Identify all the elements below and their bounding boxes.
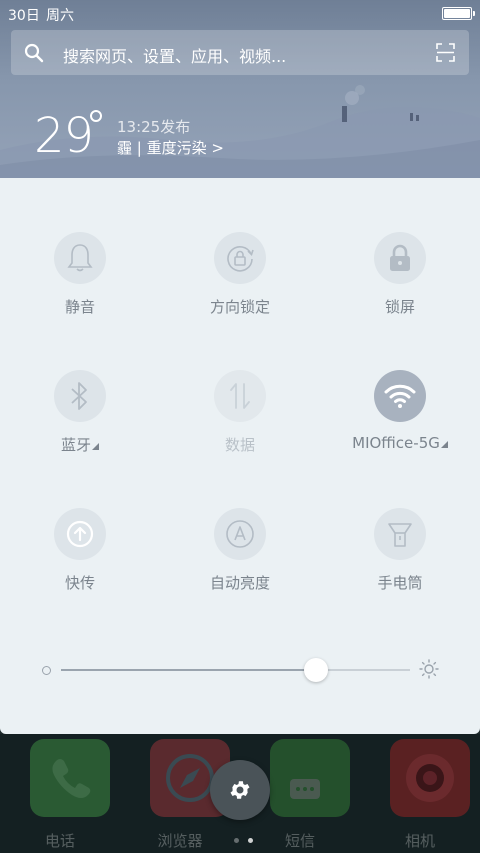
toggle-label: 静音	[64, 298, 95, 316]
phone-icon	[30, 739, 110, 817]
toggle-label: 方向锁定	[209, 298, 270, 316]
brightness-control	[0, 648, 480, 692]
search-bar[interactable]: 搜索网页、设置、应用、视频...	[11, 30, 469, 75]
toggle-label: 快传	[64, 574, 95, 592]
status-bar: 30日 周六	[0, 0, 480, 28]
toggle-label: 自动亮度	[209, 574, 270, 592]
data-arrows-icon	[230, 383, 250, 409]
toggle-label: 蓝牙	[0, 434, 160, 455]
toggle-quick-transfer[interactable]: 快传	[0, 454, 160, 592]
search-placeholder[interactable]: 搜索网页、设置、应用、视频...	[63, 43, 286, 67]
expand-arrow-icon	[440, 441, 448, 448]
weather-publish-time: 13:25发布	[117, 118, 191, 136]
toggle-label-text: 蓝牙	[60, 436, 91, 454]
status-weekday: 周六	[46, 8, 74, 24]
quick-settings-panel: 静音 方向锁定 锁屏 蓝牙 数据 MIOffice-5G 快传 自动亮度 手电筒	[0, 178, 480, 734]
toggle-bluetooth[interactable]: 蓝牙	[0, 316, 160, 454]
auto-brightness-icon	[226, 520, 254, 548]
quick-transfer-icon	[66, 520, 94, 548]
camera-icon	[390, 739, 470, 817]
settings-button[interactable]	[210, 760, 270, 820]
app-label: 浏览器	[157, 832, 203, 850]
message-icon	[270, 739, 350, 817]
toggle-flashlight[interactable]: 手电筒	[320, 454, 480, 592]
toggle-circle[interactable]	[214, 232, 266, 284]
toggle-lock-screen[interactable]: 锁屏	[320, 178, 480, 316]
toggle-circle[interactable]	[54, 508, 106, 560]
toggle-label: 锁屏	[384, 298, 415, 316]
app-label: 电话	[44, 832, 75, 850]
toggle-label: MIOffice-5G	[320, 434, 480, 452]
toggle-circle[interactable]	[374, 232, 426, 284]
toggle-circle[interactable]	[374, 508, 426, 560]
brightness-slider-fill	[61, 669, 316, 671]
brightness-slider[interactable]	[61, 658, 410, 682]
weather-header: 30日 周六 搜索网页、设置、应用、视频... 29 13:25发布 霾 | 重…	[0, 0, 480, 180]
bell-icon	[67, 244, 93, 272]
toggle-wifi[interactable]: MIOffice-5G	[320, 316, 480, 452]
scan-icon[interactable]	[436, 43, 455, 62]
rotation-lock-icon	[227, 246, 254, 272]
toggle-circle[interactable]	[374, 370, 426, 422]
brightness-low-icon	[42, 666, 51, 675]
temperature[interactable]: 29	[34, 108, 94, 164]
search-icon	[24, 43, 44, 63]
dock-app-phone[interactable]: 电话	[0, 734, 120, 853]
toggle-label: 手电筒	[377, 574, 423, 592]
toggle-rotation-lock[interactable]: 方向锁定	[160, 178, 320, 316]
lock-icon	[390, 244, 410, 271]
flashlight-icon	[388, 523, 412, 547]
brightness-slider-thumb[interactable]	[303, 658, 328, 682]
weather-condition-link[interactable]: 霾 | 重度污染 >	[117, 137, 224, 158]
page-dot	[234, 838, 239, 843]
toggle-circle[interactable]	[54, 370, 106, 422]
brightness-high-icon	[419, 659, 439, 679]
toggle-circle[interactable]	[54, 232, 106, 284]
degree-icon	[90, 110, 102, 122]
toggle-circle[interactable]	[214, 508, 266, 560]
page-indicator	[232, 828, 255, 847]
toggle-mute[interactable]: 静音	[0, 178, 160, 316]
gear-icon	[230, 781, 250, 799]
toggle-mobile-data[interactable]: 数据	[160, 316, 320, 454]
wifi-icon	[384, 384, 416, 408]
toggle-auto-brightness[interactable]: 自动亮度	[160, 454, 320, 592]
bluetooth-icon	[71, 382, 87, 410]
app-label: 短信	[284, 832, 315, 850]
battery-icon	[442, 7, 475, 20]
toggle-circle[interactable]	[214, 370, 266, 422]
app-label: 相机	[404, 832, 435, 850]
dock-app-camera[interactable]: 相机	[360, 734, 480, 853]
status-date: 30日	[8, 8, 40, 24]
expand-arrow-icon	[92, 443, 99, 450]
page-dot-active	[248, 838, 254, 843]
toggle-label: 数据	[224, 436, 255, 454]
toggle-label-text: MIOffice-5G	[352, 434, 440, 452]
